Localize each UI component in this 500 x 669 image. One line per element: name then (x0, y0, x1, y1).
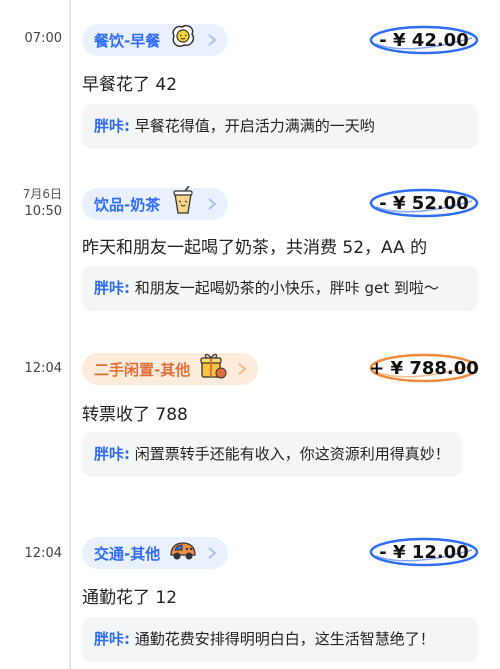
amount-value: - ¥ 42.00 (379, 29, 469, 51)
category-label: 交通-其他 (94, 544, 161, 563)
entry-time: 12:04 (24, 546, 62, 561)
reply-text: 闲置票转手还能有收入，你这资源利用得真妙！ (130, 445, 450, 463)
ai-reply-bubble: 胖咔: 早餐花得值，开启活力满满的一天哟 (82, 104, 478, 149)
amount-badge: - ¥ 12.00 (368, 536, 480, 568)
entry-time: 10:50 (24, 204, 62, 219)
chevron-right-icon (204, 32, 220, 48)
entry-time: 12:04 (24, 361, 62, 376)
category-chip[interactable]: 交通-其他 (82, 537, 229, 569)
amount-badge: - ¥ 52.00 (368, 187, 480, 219)
reply-author: 胖咔: (94, 279, 130, 297)
amount-badge: - ¥ 42.00 (368, 24, 480, 56)
car-icon (166, 533, 200, 567)
ai-reply-bubble: 胖咔: 通勤花费安排得明明白白，这生活智慧绝了！ (82, 617, 478, 662)
chevron-right-icon (204, 545, 220, 561)
category-label: 餐饮-早餐 (94, 31, 161, 50)
reply-text: 和朋友一起喝奶茶的小快乐，胖咔 get 到啦～ (130, 279, 439, 297)
category-chip[interactable]: 二手闲置-其他 (82, 353, 259, 385)
reply-author: 胖咔: (94, 117, 130, 135)
entry-note: 昨天和朋友一起喝了奶茶，共消费 52，AA 的 (82, 238, 428, 258)
transaction-timeline: 07:00 餐饮-早餐 - ¥ 42.00 早餐花了 42 胖咔: 早餐花得值，… (0, 0, 500, 669)
amount-value: - ¥ 12.00 (379, 541, 469, 563)
amount-value: - ¥ 52.00 (379, 192, 469, 214)
entry-timestamp: 12:04 (0, 545, 62, 563)
entry-time: 07:00 (24, 31, 62, 46)
category-label: 二手闲置-其他 (94, 360, 191, 379)
entry-date: 7月6日 (22, 187, 62, 201)
entry-timestamp: 7月6日 10:50 (0, 185, 62, 221)
amount-badge: + ¥ 788.00 (368, 352, 480, 384)
entry-note: 早餐花了 42 (82, 75, 178, 95)
milk-tea-icon (166, 184, 200, 218)
entry-note: 通勤花了 12 (82, 588, 178, 608)
ai-reply-bubble: 胖咔: 闲置票转手还能有收入，你这资源利用得真妙！ (82, 432, 462, 477)
category-label: 饮品-奶茶 (94, 195, 161, 214)
reply-text: 早餐花得值，开启活力满满的一天哟 (130, 117, 375, 135)
chevron-right-icon (234, 361, 250, 377)
chevron-right-icon (204, 196, 220, 212)
fried-egg-icon (166, 20, 200, 54)
category-chip[interactable]: 餐饮-早餐 (82, 24, 229, 56)
reply-author: 胖咔: (94, 445, 130, 463)
ai-reply-bubble: 胖咔: 和朋友一起喝奶茶的小快乐，胖咔 get 到啦～ (82, 266, 478, 311)
entry-timestamp: 07:00 (0, 30, 62, 48)
entry-timestamp: 12:04 (0, 360, 62, 378)
reply-author: 胖咔: (94, 630, 130, 648)
amount-value: + ¥ 788.00 (369, 357, 479, 379)
category-chip[interactable]: 饮品-奶茶 (82, 186, 229, 220)
gift-box-icon (196, 349, 230, 383)
timeline-line (69, 0, 71, 669)
entry-note: 转票收了 788 (82, 405, 188, 425)
reply-text: 通勤花费安排得明明白白，这生活智慧绝了！ (130, 630, 435, 648)
